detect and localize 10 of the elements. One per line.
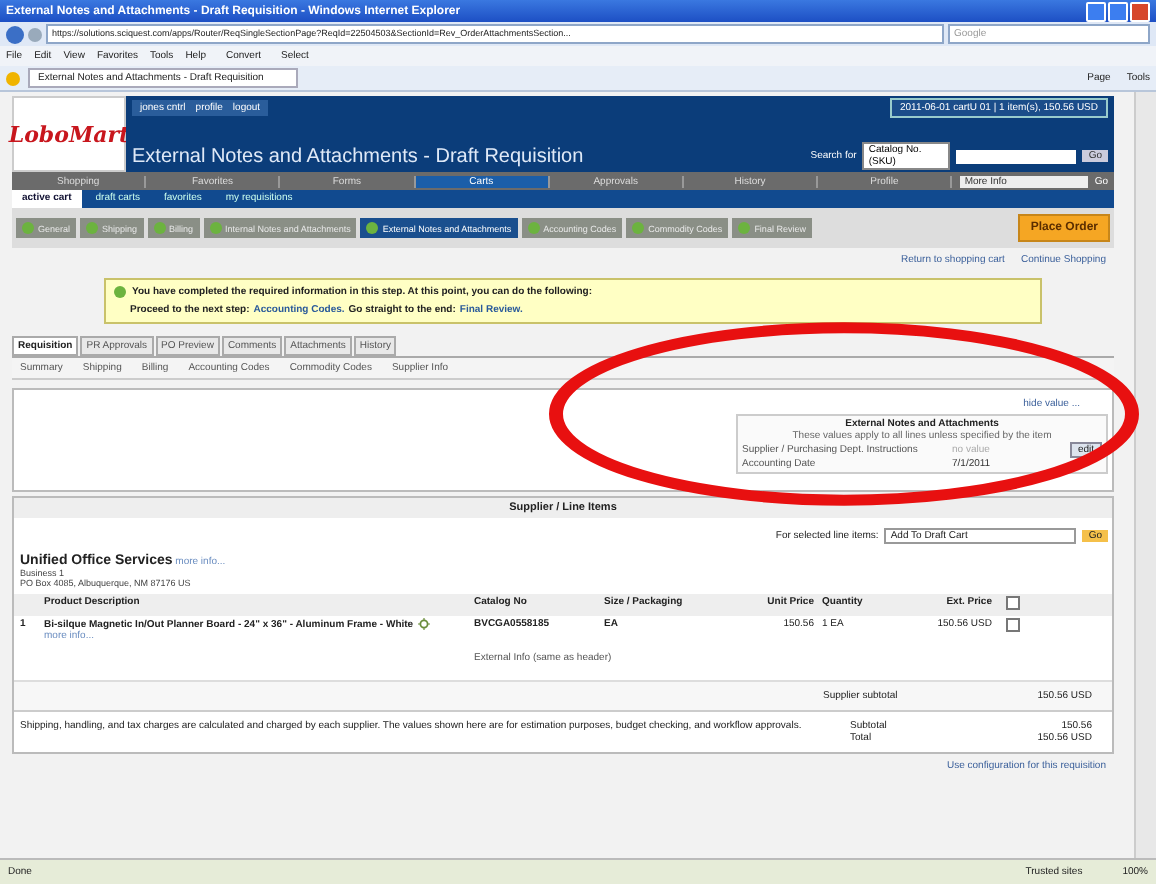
maximize-button[interactable]: [1108, 1, 1128, 21]
page-title: External Notes and Attachments - Draft Requisition: [132, 145, 584, 167]
back-button[interactable]: [6, 25, 24, 43]
row-checkbox[interactable]: [1006, 618, 1020, 632]
close-button[interactable]: [1130, 1, 1150, 21]
gear-icon[interactable]: [417, 618, 430, 630]
minimize-button[interactable]: [1086, 1, 1106, 21]
logo: LoboMart: [12, 96, 126, 172]
select-all-checkbox[interactable]: [1006, 596, 1020, 610]
search-field[interactable]: [956, 149, 1077, 163]
